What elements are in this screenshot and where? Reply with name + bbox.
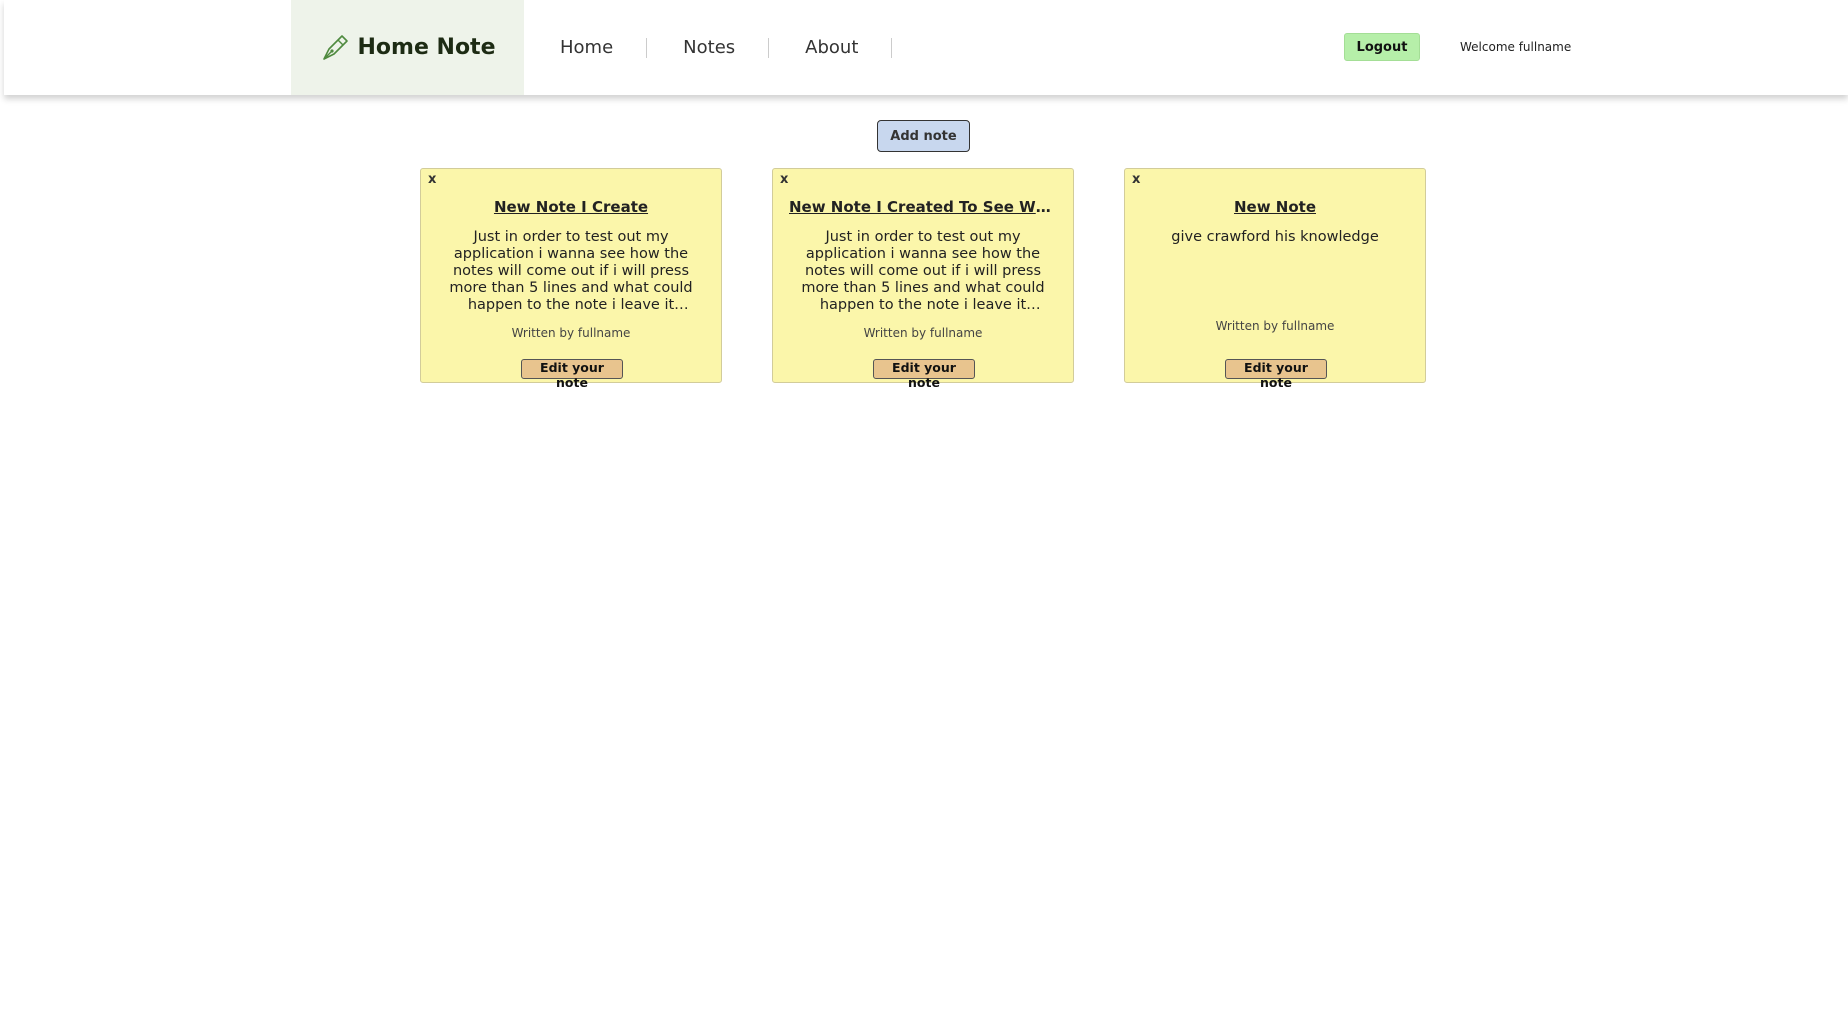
delete-note-button[interactable]: x <box>428 172 436 187</box>
note-author: Written by fullname <box>511 326 631 340</box>
main-nav: Home Notes About <box>524 0 893 95</box>
note-body: give crawford his knowledge <box>1171 229 1379 245</box>
note-author: Written by fullname <box>863 326 983 340</box>
edit-note-button[interactable]: Edit your note <box>521 359 623 390</box>
pen-icon <box>320 33 350 63</box>
delete-note-button[interactable]: x <box>1132 172 1140 187</box>
note-card: x New Note I Created To See What Happens… <box>772 168 1074 390</box>
nav-home[interactable]: Home <box>524 37 648 58</box>
add-note-button[interactable]: Add note <box>877 120 970 152</box>
nav-about[interactable]: About <box>769 37 893 58</box>
note-body: Just in order to test out my application… <box>801 229 1045 313</box>
note-title[interactable]: New Note <box>1141 198 1409 216</box>
note-title[interactable]: New Note I Created To See What Happens <box>789 198 1057 216</box>
brand-name: Home Note <box>357 35 496 60</box>
note-card: x New Note give crawford his knowledge W… <box>1124 168 1426 390</box>
edit-note-button[interactable]: Edit your note <box>1225 359 1327 390</box>
note-author: Written by fullname <box>1215 319 1335 333</box>
note-card: x New Note I Create Just in order to tes… <box>420 168 722 390</box>
nav-notes[interactable]: Notes <box>647 37 770 58</box>
note-body: Just in order to test out my application… <box>449 229 693 313</box>
edit-note-button[interactable]: Edit your note <box>873 359 975 390</box>
top-navbar: Home Note Home Notes About Logout Welcom… <box>4 0 1848 95</box>
welcome-text: Welcome fullname <box>1460 40 1572 54</box>
brand-logo[interactable]: Home Note <box>291 0 524 95</box>
delete-note-button[interactable]: x <box>780 172 788 187</box>
note-title[interactable]: New Note I Create <box>437 198 705 216</box>
logout-button[interactable]: Logout <box>1344 33 1420 61</box>
